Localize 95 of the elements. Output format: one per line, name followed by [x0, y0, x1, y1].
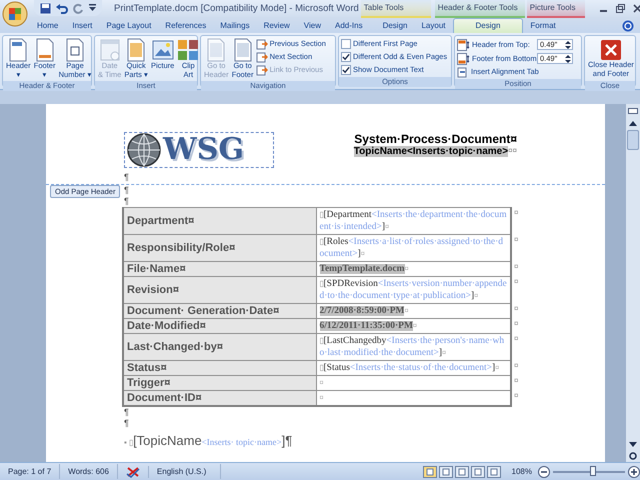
paragraph-mark: ¶ [124, 407, 130, 418]
table-cell: Last·Changed·by¤ [123, 334, 316, 360]
scroll-up-icon[interactable] [629, 120, 637, 126]
table-cell: ▯[Status<Inserts·the·status·of·the·document>]¤ [316, 360, 511, 376]
calendar-icon [98, 38, 121, 62]
table-cell: ▯[Roles<Inserts·a·list·of·roles·assigned·to·the·document>]¤ [316, 234, 511, 262]
clipart-icon [177, 38, 200, 62]
table-cell: Date·Modified¤ [123, 318, 316, 334]
spinner-arrows-icon[interactable] [565, 40, 571, 50]
row-end-mark: ¤ [514, 208, 518, 216]
globe-icon [127, 133, 161, 167]
page-icon [7, 38, 30, 62]
paragraph-mark: ¶ [124, 185, 130, 196]
ribbon-tab[interactable]: Review [256, 19, 297, 33]
ribbon-tab[interactable]: Add-Ins [328, 19, 370, 33]
row-end-mark: ¤ [514, 334, 518, 342]
view-mode-icon[interactable] [486, 466, 501, 478]
table-cell: Document·ID¤ [123, 390, 316, 406]
logo-text: WSG [163, 133, 244, 167]
table-cell: ¤ [316, 376, 511, 390]
table-cell: Department¤ [123, 208, 316, 234]
view-mode-icon[interactable] [470, 466, 485, 478]
table-cell: Status¤ [123, 360, 316, 376]
ribbon-tab[interactable]: Design [452, 18, 524, 33]
close-icon [600, 39, 622, 61]
row-end-mark: ¤ [514, 234, 518, 244]
proofing-icon[interactable] [126, 466, 140, 478]
ribbon-tab[interactable]: Page Layout [99, 19, 158, 33]
zoom-out-icon[interactable] [538, 466, 550, 478]
ribbon-tab[interactable]: Design [376, 19, 414, 33]
row-end-mark: ¤ [514, 376, 518, 384]
ruler-icon[interactable] [628, 106, 638, 116]
table-cell: ▯[Department<Inserts·the·department·the·document·is·intended>]¤ [316, 208, 511, 234]
topic-heading: ▪ ▯[TopicName<Inserts· topic·name>]¶ [124, 433, 292, 448]
ribbon-tab[interactable]: Mailings [213, 19, 257, 33]
page-icon [205, 38, 228, 62]
ribbon-tab[interactable]: References [158, 19, 214, 33]
margin-icon [457, 52, 471, 64]
checkbox[interactable] [341, 52, 351, 62]
row-end-mark: ¤ [514, 318, 518, 328]
paragraph-mark: ¶ [124, 172, 130, 183]
table-cell: Responsibility/Role¤ [123, 234, 316, 262]
zoom-level[interactable]: 108% [512, 467, 532, 476]
tab-stop-icon [457, 66, 469, 78]
table-cell: ▯[SPDRevision<Inserts·version·number·appended·to·the·document·type·at·publication>]¤ [316, 276, 511, 304]
row-end-mark: ¤ [514, 276, 518, 286]
page-icon [232, 38, 254, 62]
language-indicator[interactable]: English (U.S.) [148, 464, 222, 479]
table-cell: Trigger¤ [123, 376, 316, 390]
spinner-arrows-icon[interactable] [565, 54, 571, 64]
browse-object-icon[interactable] [629, 452, 637, 460]
ribbon-tab[interactable]: Home [30, 19, 66, 33]
table-cell: Document· Generation·Date¤ [123, 304, 316, 318]
page-count[interactable]: Page: 1 of 7 [0, 464, 60, 479]
scroll-down-icon[interactable] [629, 442, 637, 448]
ribbon-tab[interactable]: Insert [65, 19, 100, 33]
table-cell: Revision¤ [123, 276, 316, 304]
view-mode-icon[interactable] [454, 466, 469, 478]
row-end-mark: ¤ [514, 390, 518, 400]
ribbon-tab[interactable]: View [296, 19, 328, 33]
ribbon-tab[interactable]: Layout [414, 19, 453, 33]
restore-icon[interactable] [616, 4, 625, 12]
dropdown-icon[interactable] [89, 4, 96, 12]
ribbon-tab[interactable]: Format [523, 19, 563, 33]
undo-icon[interactable] [56, 2, 68, 14]
topic-field: TopicName<Inserts·topic·name> [354, 146, 508, 157]
help-icon[interactable] [622, 20, 634, 32]
vertical-scrollbar[interactable] [626, 104, 640, 462]
cell-mark: ¤¤ [508, 146, 517, 157]
paragraph-mark: ¶ [124, 418, 130, 429]
page-icon [64, 38, 86, 62]
close-icon[interactable] [632, 4, 640, 12]
row-end-mark: ¤ [514, 304, 518, 312]
contextual-tab-group-label: Table Tools [360, 0, 431, 18]
margin-icon [457, 38, 471, 50]
landscape-icon [152, 38, 174, 62]
table-cell: ¤ [316, 390, 511, 406]
zoom-in-icon[interactable] [628, 466, 640, 478]
document-title: System·Process·Document¤ [354, 132, 517, 146]
window-title: PrintTemplate.docm [Compatibility Mode] - Microsoft Word [114, 2, 359, 16]
table-cell: ▯[LastChangedby<Inserts·the·person's·name·who·last·modified·the·document>]¤ [316, 334, 511, 360]
checkbox[interactable] [341, 65, 351, 75]
word-count[interactable]: Words: 606 [60, 464, 118, 479]
scroll-thumb[interactable] [627, 130, 639, 150]
save-icon[interactable] [40, 2, 51, 14]
view-mode-icon[interactable] [438, 466, 453, 478]
row-end-mark: ¤ [514, 360, 518, 370]
checkbox[interactable] [341, 39, 351, 49]
table-cell: File·Name¤ [123, 262, 316, 276]
page-icon [34, 38, 56, 62]
row-end-mark: ¤ [514, 262, 518, 270]
view-mode-icon[interactable] [422, 466, 437, 478]
zoom-slider-thumb[interactable] [590, 466, 596, 476]
page-icon [125, 38, 148, 62]
paragraph-mark: ¶ [124, 196, 130, 207]
